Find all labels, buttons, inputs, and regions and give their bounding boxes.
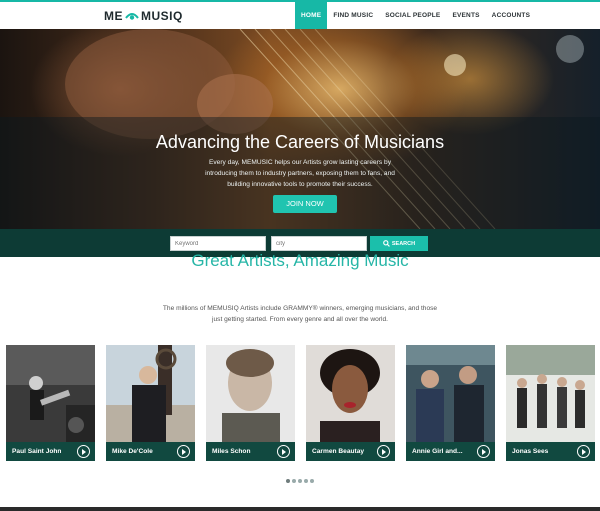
artist-photo — [206, 345, 295, 442]
artist-card[interactable]: Carmen Beautay — [306, 345, 395, 461]
hero-subtitle: Every day, MEMUSIC helps our Artists gro… — [205, 159, 395, 188]
artist-carousel: Paul Saint John Mike De'Cole Miles Schon… — [6, 345, 596, 461]
artist-card[interactable]: Jonas Sees — [506, 345, 595, 461]
logo-eye-icon — [125, 11, 139, 21]
play-icon[interactable] — [177, 445, 190, 458]
play-icon[interactable] — [477, 445, 490, 458]
nav-events[interactable]: EVENTS — [446, 2, 485, 29]
hero-banner: Advancing the Careers of Musicians Every… — [0, 29, 600, 229]
join-now-button[interactable]: JOIN NOW — [273, 195, 337, 213]
carousel-dot[interactable] — [310, 479, 314, 483]
logo-text-right: MUSIQ — [141, 9, 183, 23]
play-icon[interactable] — [577, 445, 590, 458]
artist-card[interactable]: Miles Schon — [206, 345, 295, 461]
search-button-label: SEARCH — [391, 240, 416, 247]
carousel-dot[interactable] — [292, 479, 296, 483]
artist-photo — [406, 345, 495, 442]
section-title: Great Artists, Amazing Music — [191, 251, 409, 270]
artist-card[interactable]: Mike De'Cole — [106, 345, 195, 461]
site-header: ME MUSIQ HOME FIND MUSIC SOCIAL PEOPLE E… — [0, 2, 600, 29]
artist-card[interactable]: Paul Saint John — [6, 345, 95, 461]
artist-photo — [306, 345, 395, 442]
artist-name: Jonas Sees — [512, 448, 549, 455]
artist-name: Carmen Beautay — [312, 448, 365, 455]
carousel-dot[interactable] — [298, 479, 302, 483]
main-nav: HOME FIND MUSIC SOCIAL PEOPLE EVENTS ACC… — [295, 2, 536, 29]
play-icon[interactable] — [277, 445, 290, 458]
artist-card[interactable]: Annie Girl and... — [406, 345, 495, 461]
logo-text-left: ME — [104, 9, 123, 23]
logo[interactable]: ME MUSIQ — [104, 8, 183, 24]
nav-find-music[interactable]: FIND MUSIC — [327, 2, 379, 29]
hero-title: Advancing the Careers of Musicians — [155, 132, 445, 152]
search-icon — [383, 240, 390, 247]
keyword-input[interactable] — [170, 236, 266, 251]
footer-line — [0, 507, 600, 511]
search-button[interactable]: SEARCH — [370, 236, 428, 251]
artist-photo — [6, 345, 95, 442]
artist-name: Annie Girl and... — [412, 448, 463, 455]
nav-social-people[interactable]: SOCIAL PEOPLE — [379, 2, 446, 29]
play-icon[interactable] — [377, 445, 390, 458]
carousel-dot[interactable] — [286, 479, 290, 483]
nav-accounts[interactable]: ACCOUNTS — [486, 2, 536, 29]
artist-photo — [106, 345, 195, 442]
section-description: The millions of MEMUSIQ Artists include … — [162, 305, 438, 323]
artist-name: Miles Schon — [212, 448, 251, 455]
artist-photo — [506, 345, 595, 442]
play-icon[interactable] — [77, 445, 90, 458]
artist-name: Mike De'Cole — [112, 448, 153, 455]
nav-home[interactable]: HOME — [295, 2, 328, 29]
carousel-dot[interactable] — [304, 479, 308, 483]
artist-name: Paul Saint John — [12, 448, 62, 455]
city-input[interactable] — [271, 236, 367, 251]
carousel-pagination — [286, 479, 314, 483]
